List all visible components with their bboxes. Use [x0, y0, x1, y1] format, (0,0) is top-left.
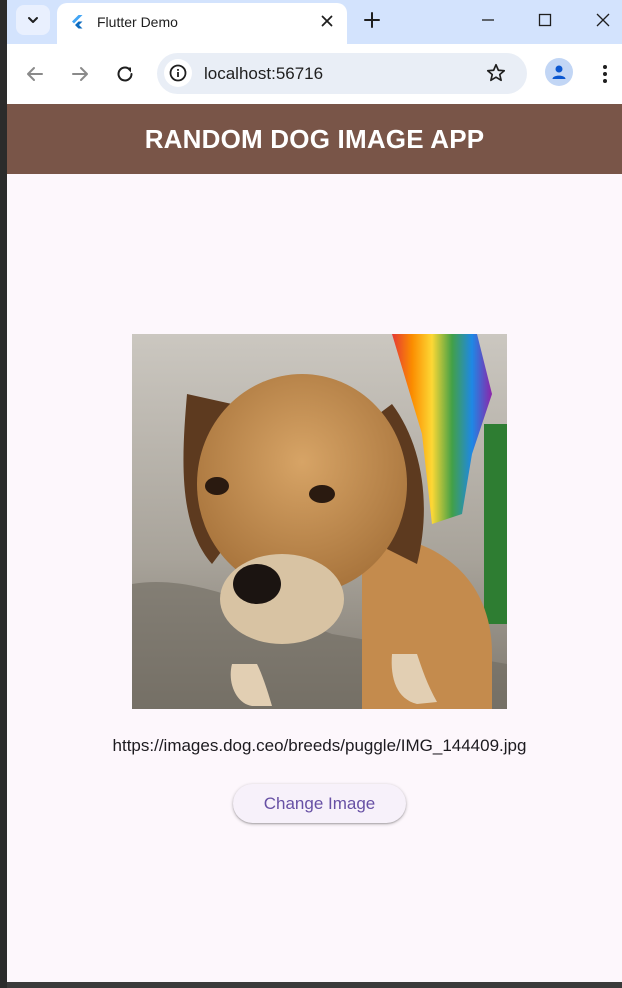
change-image-button[interactable]: Change Image	[233, 784, 406, 823]
person-icon	[552, 65, 566, 79]
arrow-right-icon[interactable]	[68, 62, 92, 86]
app-title: RANDOM DOG IMAGE APP	[144, 123, 485, 154]
desktop-edge	[0, 0, 7, 988]
close-window-icon[interactable]	[593, 10, 613, 30]
chevron-down-icon	[28, 17, 38, 23]
tab-flutter-demo[interactable]: Flutter Demo	[57, 3, 347, 44]
reload-icon[interactable]	[113, 62, 137, 86]
close-icon[interactable]	[319, 13, 335, 29]
address-bar[interactable]: localhost:56716	[157, 53, 527, 94]
plus-icon[interactable]	[362, 10, 382, 30]
dog-image	[132, 334, 507, 709]
tab-title: Flutter Demo	[97, 14, 178, 30]
arrow-left-icon[interactable]	[23, 62, 47, 86]
star-icon[interactable]	[485, 62, 507, 84]
kebab-menu-icon[interactable]	[593, 62, 617, 86]
app-bar: RANDOM DOG IMAGE APP	[7, 104, 622, 174]
browser-window: Flutter Demo localhost:56716 RANDOM DOG …	[7, 0, 622, 982]
tab-strip: Flutter Demo	[7, 0, 622, 44]
flutter-logo-icon	[72, 15, 83, 29]
image-url-text: https://images.dog.ceo/breeds/puggle/IMG…	[112, 736, 527, 755]
address-text[interactable]: localhost:56716	[204, 64, 323, 84]
info-icon	[169, 64, 187, 82]
tab-search-button[interactable]	[16, 5, 50, 35]
minimize-icon[interactable]	[478, 10, 498, 30]
dog-photo-illustration	[132, 334, 507, 709]
profile-button[interactable]	[545, 58, 573, 86]
maximize-icon[interactable]	[535, 10, 555, 30]
browser-toolbar: localhost:56716	[7, 44, 622, 104]
app-content: https://images.dog.ceo/breeds/puggle/IMG…	[7, 174, 622, 982]
site-info-button[interactable]	[164, 59, 192, 87]
